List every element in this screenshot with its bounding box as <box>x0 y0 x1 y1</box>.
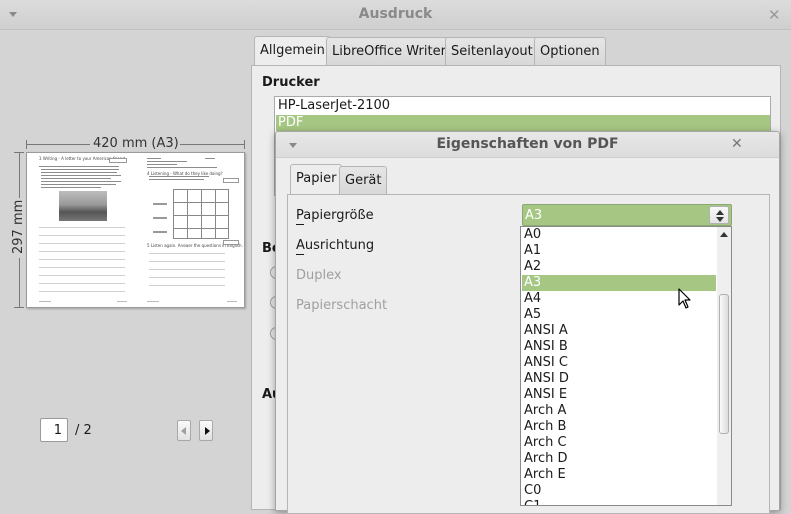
dropdown-scrollbar[interactable] <box>717 227 731 505</box>
tab-seitenlayout[interactable]: Seitenlayout <box>445 37 539 65</box>
list-item[interactable]: Arch D <box>522 451 716 467</box>
tab-allgemein[interactable]: Allgemein <box>254 36 331 66</box>
preview-drawings <box>153 195 167 239</box>
dimension-tick <box>14 152 24 153</box>
window-title: Ausdruck <box>358 6 433 22</box>
preview-table <box>173 189 229 239</box>
duplex-label: Duplex <box>296 268 342 283</box>
tab-libreoffice-writer[interactable]: LibreOffice Writer <box>326 37 452 65</box>
list-item[interactable]: Arch B <box>522 419 716 435</box>
paper-size-label: Papiergröße <box>296 208 374 223</box>
paper-tray-label: Papierschacht <box>296 298 388 313</box>
paper-size-value: A3 <box>525 208 543 223</box>
width-dimension-line <box>180 144 245 145</box>
list-item[interactable]: ANSI E <box>522 387 716 403</box>
tab-papier[interactable]: Papier <box>290 164 343 195</box>
list-item[interactable]: A1 <box>522 243 716 259</box>
list-item[interactable]: ANSI D <box>522 371 716 387</box>
list-item[interactable]: ANSI B <box>522 339 716 355</box>
next-page-button[interactable] <box>199 420 213 441</box>
close-icon[interactable]: ✕ <box>731 136 743 152</box>
mnemonic-underline <box>296 254 304 255</box>
chevron-left-icon <box>181 427 186 435</box>
printer-item-hp-laserjet[interactable]: HP-LaserJet-2100 <box>276 98 770 114</box>
close-icon[interactable]: ✕ <box>768 6 781 24</box>
width-dimension-line <box>26 144 90 145</box>
preview-box <box>223 178 239 183</box>
preview-photo <box>59 191 107 221</box>
height-dimension-line <box>19 152 20 198</box>
dimension-tick <box>26 140 27 149</box>
list-item[interactable]: A2 <box>522 259 716 275</box>
page-number-input[interactable]: 1 <box>40 418 68 442</box>
page-height-label: 297 mm <box>11 199 26 254</box>
print-preview: 3 Writing - A letter to your American fr… <box>26 152 245 308</box>
paper-size-dropdown[interactable]: A0 A1 A2 A3 A4 A5 ANSI A ANSI B ANSI C A… <box>520 226 732 506</box>
preview-box <box>223 240 239 245</box>
dialog-title: Eigenschaften von PDF <box>436 136 619 152</box>
list-item[interactable]: Arch A <box>522 403 716 419</box>
mnemonic-underline <box>296 224 304 225</box>
list-item[interactable]: ANSI A <box>522 323 716 339</box>
scroll-up-icon[interactable] <box>720 232 728 237</box>
paper-size-combo[interactable]: A3 <box>522 204 732 226</box>
list-item[interactable]: ANSI C <box>522 355 716 371</box>
tab-geraet[interactable]: Gerät <box>339 166 388 194</box>
orientation-label: Ausrichtung <box>296 238 375 253</box>
chevron-down-icon <box>716 217 724 222</box>
list-item[interactable]: A0 <box>522 227 716 243</box>
printer-section-heading: Drucker <box>262 75 320 90</box>
chevron-right-icon <box>205 427 210 435</box>
dimension-tick <box>14 307 24 308</box>
chevron-up-icon <box>716 210 724 215</box>
printer-item-pdf[interactable]: PDF <box>276 115 770 131</box>
page-width-label: 420 mm (A3) <box>93 136 179 151</box>
page-total-label: / 2 <box>75 423 92 438</box>
title-bar: Ausdruck ✕ <box>0 0 791 30</box>
dialog-title-bar: Eigenschaften von PDF ✕ <box>276 132 779 158</box>
list-item[interactable]: Arch C <box>522 435 716 451</box>
dimension-tick <box>244 140 245 149</box>
height-dimension-line <box>19 258 20 308</box>
combo-spin-button[interactable] <box>709 206 729 224</box>
mouse-pointer-icon <box>678 288 691 309</box>
list-item[interactable]: C1 <box>522 499 716 505</box>
previous-page-button[interactable] <box>177 420 191 441</box>
preview-box <box>109 158 127 163</box>
list-item[interactable]: C0 <box>522 483 716 499</box>
scrollbar-thumb[interactable] <box>719 294 729 434</box>
tab-optionen[interactable]: Optionen <box>534 37 606 65</box>
list-item[interactable]: Arch E <box>522 467 716 483</box>
